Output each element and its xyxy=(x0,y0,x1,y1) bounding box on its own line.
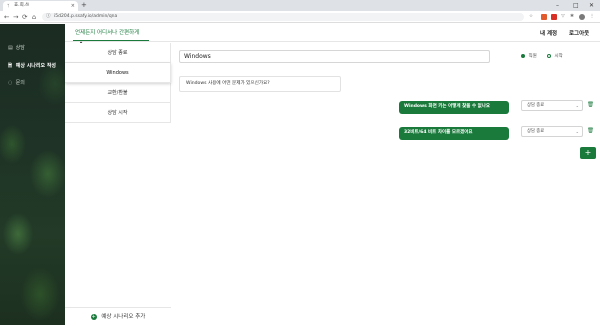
sidebar-item-counsel[interactable]: ▤ 상담 xyxy=(8,44,25,51)
forward-icon[interactable]: → xyxy=(13,12,18,22)
radio-label: 직원 xyxy=(528,54,537,59)
browser-tab[interactable]: ᛉ 효.희.쓰 × xyxy=(3,1,78,11)
scenario-title-input[interactable] xyxy=(179,50,490,63)
url-field[interactable]: ⓘ i5d204.p.ssafy.io/admin/qna xyxy=(42,13,524,21)
reload-icon[interactable]: ⟳ xyxy=(22,12,27,22)
sidebar-item-label: 예상 시나리오 작성 xyxy=(15,63,57,69)
extension-icon[interactable] xyxy=(551,14,557,20)
chevron-down-icon: ⌄ xyxy=(575,129,579,134)
tab-title: 효.희.쓰 xyxy=(14,3,30,8)
chat-icon: ◌ xyxy=(8,80,13,86)
maximize-icon[interactable]: □ xyxy=(573,0,579,11)
question-bubble[interactable]: Windows 사용에 어떤 문제가 있으신가요? xyxy=(179,76,341,92)
extensions-puzzle-icon[interactable]: ✱ xyxy=(569,14,575,20)
radio-unchecked-icon xyxy=(547,53,551,58)
scenario-item[interactable]: 상담 시작 xyxy=(65,103,171,123)
select-value: 상담 종료 xyxy=(527,129,545,134)
sidebar-item-label: 문의 xyxy=(15,80,25,86)
radio-checked-icon xyxy=(521,53,525,58)
answer-bubble[interactable]: 32비트/64 비트 차이를 모르겠어요 xyxy=(399,127,509,140)
trash-icon[interactable]: 🗑 xyxy=(587,128,594,134)
next-step-select[interactable]: 상담 종료 ⌄ xyxy=(521,126,583,137)
minimize-icon[interactable]: – xyxy=(556,0,559,11)
scenario-item-selected[interactable]: Windows xyxy=(65,63,171,83)
file-icon: 🗎 xyxy=(8,63,13,69)
tab-close-icon[interactable]: × xyxy=(71,1,75,11)
list-icon: ▤ xyxy=(8,45,13,51)
scenario-list: 상담 종료 Windows 교환/환불 상담 시작 xyxy=(65,43,171,123)
profile-avatar-icon[interactable] xyxy=(579,14,585,20)
extension-icon[interactable]: ▽ xyxy=(560,14,566,20)
radio-staff[interactable]: 직원 xyxy=(521,53,537,59)
account-link[interactable]: 내 계정 xyxy=(540,29,557,37)
next-step-select[interactable]: 상담 종료 ⌄ xyxy=(521,100,583,111)
plus-icon: + xyxy=(90,314,97,320)
radio-label: 시작 xyxy=(554,54,563,59)
browser-tab-strip: ᛉ 효.희.쓰 × + – □ ✕ xyxy=(0,0,600,11)
back-icon[interactable]: ← xyxy=(4,12,9,22)
close-window-icon[interactable]: ✕ xyxy=(589,0,594,11)
address-bar: ← → ⟳ ⌂ ⓘ i5d204.p.ssafy.io/admin/qna ☆ … xyxy=(0,11,600,23)
add-scenario-label: 예상 시나리오 추가 xyxy=(101,314,146,320)
add-scenario-button[interactable]: + 예상 시나리오 추가 xyxy=(65,307,171,325)
brand-title[interactable]: 언제든지 어디서나 간편하게 xyxy=(75,28,139,36)
logout-link[interactable]: 로그아웃 xyxy=(569,29,589,37)
favicon-icon: ᛉ xyxy=(7,3,10,8)
app-header: 언제든지 어디서나 간편하게 내 계정 로그아웃 xyxy=(65,24,600,42)
bookmark-star-icon[interactable]: ☆ xyxy=(528,14,534,20)
new-tab-button[interactable]: + xyxy=(81,1,87,10)
trash-icon[interactable]: 🗑 xyxy=(587,102,594,108)
radio-start[interactable]: 시작 xyxy=(547,53,563,59)
url-text: i5d204.p.ssafy.io/admin/qna xyxy=(54,14,118,19)
home-icon[interactable]: ⌂ xyxy=(32,12,36,22)
info-icon: ⓘ xyxy=(46,14,51,19)
sidebar-item-scenario[interactable]: 🗎 예상 시나리오 작성 xyxy=(8,62,56,71)
add-answer-button[interactable]: + xyxy=(580,147,596,159)
select-value: 상담 종료 xyxy=(527,103,545,108)
scenario-item[interactable]: 교환/환불 xyxy=(65,83,171,103)
sidebar-item-label: 상담 xyxy=(15,45,25,51)
scenario-item[interactable]: 상담 종료 xyxy=(65,43,171,63)
chevron-down-icon: ⌄ xyxy=(575,103,579,108)
menu-kebab-icon[interactable]: ⋮ xyxy=(589,14,595,20)
sidebar: ▤ 상담 🗎 예상 시나리오 작성 ◌ 문의 xyxy=(0,24,65,325)
answer-bubble[interactable]: Windows 화면 키는 어떻게 찾을 수 없나요 xyxy=(399,101,509,114)
extension-icon[interactable] xyxy=(541,14,547,20)
sidebar-item-inquiry[interactable]: ◌ 문의 xyxy=(8,79,25,86)
